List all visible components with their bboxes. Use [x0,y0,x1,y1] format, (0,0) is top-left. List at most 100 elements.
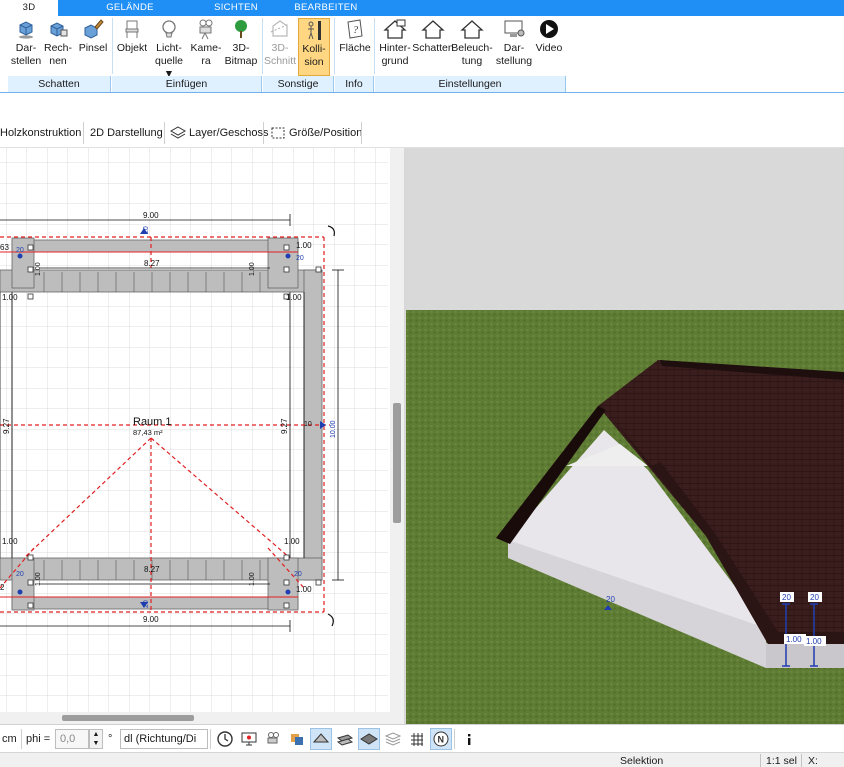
phi-input[interactable]: 0,0 [55,729,89,749]
lightbulb-icon [162,20,176,38]
grid-tool[interactable] [406,728,428,750]
collision-button[interactable]: Kolli- sion [298,18,330,76]
display-settings-button[interactable]: Dar- stellung [494,18,534,68]
toolbar-separator [263,122,264,144]
sky [406,148,844,312]
toolbar-separator [21,729,22,749]
shadow-settings-button[interactable]: Schatten [412,18,454,55]
side-wall [766,643,844,668]
phi-stepper[interactable]: ▲ ▼ [89,729,103,749]
insert-light-button[interactable]: Licht- quelle ▼ [150,18,188,81]
cube-shadow-icon [19,21,33,39]
dim-v20-tr: 20 [296,255,304,262]
material-icon [291,734,303,745]
room-name-label[interactable]: Raum 1 [133,416,172,428]
insert-3d-bitmap-button[interactable]: 3D- Bitmap [224,18,258,68]
svg-text:N: N [438,735,445,745]
3d-label-20-left: 20 [606,595,615,604]
dim-inner-bottom: 8.27 [144,565,160,574]
layers-tool[interactable] [382,728,404,750]
plan-horizontal-scrollbar[interactable] [0,712,390,724]
svg-text:?: ? [353,25,358,36]
cube-brush-icon [84,19,104,39]
3d-section-button[interactable]: 3D- Schnitt [264,18,296,68]
floor-plan-2d-view[interactable]: 9.00 9.00 8.27 8.27 1.00 1.00 1.00 1.00 … [0,148,390,724]
stepper-up-icon[interactable]: ▲ [90,730,102,739]
beams-icon [336,734,354,746]
group-label-schatten: Schatten [8,76,111,92]
ribbon-tab-bar: 3D GELÄNDE SICHTEN BEARBEITEN [0,0,844,16]
house-lighting-icon [460,20,484,39]
stepper-down-icon[interactable]: ▼ [90,739,102,748]
dim-v20-tl: 20 [16,247,24,254]
dim-two: 2 [0,583,5,592]
dim-one-f: 1.00 [296,585,312,594]
camera-tool[interactable] [262,728,284,750]
slab-icon [360,733,378,745]
dim-top-width: 9.00 [143,211,159,220]
stacked-layers-icon [384,732,402,746]
slab-tool[interactable] [358,728,380,750]
video-button[interactable]: Video [534,18,564,55]
scroll-thumb[interactable] [62,715,194,721]
dim-one-vert-a: 1.00 [35,262,42,276]
area-info-button[interactable]: ? Fläche [338,18,372,55]
plan-vertical-scrollbar[interactable] [390,148,404,724]
dim-bottom-width: 9.00 [143,615,159,624]
dim-one-c: 1.00 [2,537,18,546]
dim-right-10: 10 [304,421,312,428]
chair-icon [125,20,139,38]
3d-label-20-right: 20 [810,593,819,602]
dim-one-a: 1.00 [2,293,18,302]
status-scale: 1:1 sel [766,755,797,767]
info-tool[interactable] [458,728,480,750]
collision-person-icon [308,21,321,40]
status-mode: Selektion [620,755,664,767]
scroll-thumb[interactable] [393,403,401,523]
roof-view-tool[interactable] [310,728,332,750]
dim-one-vert-c: 1.00 [35,572,42,586]
tab-sichten[interactable]: SICHTEN [208,0,264,16]
resize-frame-icon [271,127,285,139]
layers-icon [170,126,186,139]
toolbar-separator [164,122,165,144]
group-label-sonstige: Sonstige [263,76,334,92]
dim-one-vert-b: 1.00 [249,262,256,276]
beams-tool[interactable] [334,728,356,750]
shadow-calc-button[interactable]: Rech- nen [44,18,72,68]
insert-object-button[interactable]: Objekt [116,18,148,55]
tab-3d[interactable]: 3D [0,0,58,16]
info-icon [468,734,471,745]
tab-2d-darstellung[interactable]: 2D Darstellung [90,124,163,142]
dim-one-vert-d: 1.00 [249,572,256,586]
tab-groesse-position[interactable]: Größe/Position [270,124,362,142]
dim-one-b: 1.00 [286,293,302,302]
3d-view[interactable]: 20 20 20 1.00 1.00 [406,148,844,724]
background-button[interactable]: Hinter- grund [376,18,414,68]
presentation-tool[interactable] [238,728,260,750]
floor-plan-canvas[interactable]: 9.00 9.00 8.27 8.27 1.00 1.00 1.00 1.00 … [0,148,390,724]
tab-gelaende[interactable]: GELÄNDE [100,0,160,16]
tab-bearbeiten[interactable]: BEARBEITEN [288,0,364,16]
lighting-button[interactable]: Beleuch- tung [451,18,493,68]
direction-select[interactable]: dl (Richtung/Di [120,729,208,749]
ribbon-divider [0,92,844,93]
3d-viewport[interactable]: 20 20 20 1.00 1.00 [406,148,844,724]
insert-camera-button[interactable]: Kame- ra [190,18,222,68]
house-background-icon [383,19,407,39]
group-label-einstellungen: Einstellungen [375,76,566,92]
house-shadow-icon [421,20,445,39]
grid-icon [411,733,423,746]
group-separator [334,18,335,74]
north-tool[interactable]: N [430,728,452,750]
secondary-toolbar: Holzkonstruktion 2D Darstellung Layer/Ge… [0,118,844,148]
dim-v20-top: 20 [143,226,150,234]
shadow-brush-button[interactable]: Pinsel [78,18,108,55]
tab-layer-geschoss[interactable]: Layer/Geschoss [170,124,268,142]
clock-tool[interactable] [214,728,236,750]
tab-holzkonstruktion[interactable]: Holzkonstruktion [0,124,81,142]
material-tool[interactable] [286,728,308,750]
shadow-display-button[interactable]: Dar- stellen [11,18,41,68]
status-separator [801,754,802,767]
dim-right-outer: 10.00 [330,420,337,438]
